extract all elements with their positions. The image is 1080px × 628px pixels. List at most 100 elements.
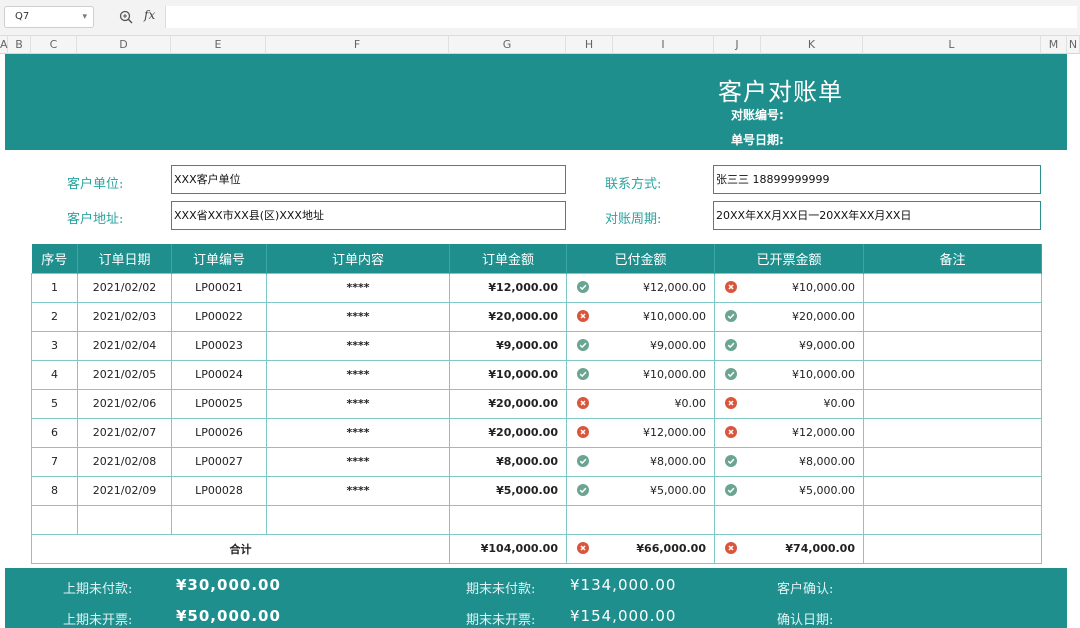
empty-cell[interactable] xyxy=(171,504,267,535)
empty-cell[interactable] xyxy=(266,504,450,535)
invoiced-amount-cell[interactable]: ¥8,000.00 xyxy=(714,446,864,477)
chevron-down-icon[interactable]: ▾ xyxy=(82,7,87,27)
order-date-cell[interactable]: 2021/02/02 xyxy=(77,272,172,303)
remarks-cell[interactable] xyxy=(863,359,1042,390)
order-date-cell[interactable]: 2021/02/05 xyxy=(77,359,172,390)
empty-cell[interactable] xyxy=(449,504,567,535)
column-header-n[interactable]: N xyxy=(1067,36,1080,54)
remarks-cell[interactable] xyxy=(863,475,1042,506)
paid-amount-cell[interactable]: ¥0.00 xyxy=(566,388,715,419)
paid-amount-cell[interactable]: ¥8,000.00 xyxy=(566,446,715,477)
order-date-cell[interactable]: 2021/02/07 xyxy=(77,417,172,448)
total-paid-cell[interactable]: ¥66,000.00 xyxy=(566,533,715,564)
column-header-g[interactable]: G xyxy=(449,36,566,54)
order-amount-cell[interactable]: ¥10,000.00 xyxy=(449,359,567,390)
order-content-cell[interactable]: **** xyxy=(266,417,450,448)
order-amount-cell[interactable]: ¥20,000.00 xyxy=(449,388,567,419)
order-content-cell[interactable]: **** xyxy=(266,475,450,506)
row-no-cell[interactable]: 4 xyxy=(31,359,78,390)
column-header-a[interactable]: A xyxy=(0,36,8,54)
remarks-cell[interactable] xyxy=(863,301,1042,332)
row-no-cell[interactable]: 2 xyxy=(31,301,78,332)
empty-cell[interactable] xyxy=(714,504,864,535)
invoiced-amount-cell[interactable]: ¥0.00 xyxy=(714,388,864,419)
customer-address-cell[interactable]: XXX省XX市XX县(区)XXX地址 xyxy=(171,201,566,230)
order-date-cell[interactable]: 2021/02/09 xyxy=(77,475,172,506)
total-amount-cell[interactable]: ¥104,000.00 xyxy=(449,533,567,564)
column-header-i[interactable]: I xyxy=(613,36,714,54)
column-header-f[interactable]: F xyxy=(266,36,449,54)
invoiced-amount-cell[interactable]: ¥5,000.00 xyxy=(714,475,864,506)
column-header-m[interactable]: M xyxy=(1041,36,1067,54)
paid-amount-cell[interactable]: ¥10,000.00 xyxy=(566,359,715,390)
name-box[interactable]: Q7 ▾ xyxy=(4,6,94,28)
order-content-cell[interactable]: **** xyxy=(266,330,450,361)
order-amount-cell[interactable]: ¥9,000.00 xyxy=(449,330,567,361)
order-content-cell[interactable]: **** xyxy=(266,446,450,477)
column-header-c[interactable]: C xyxy=(31,36,77,54)
invoiced-amount-cell[interactable]: ¥12,000.00 xyxy=(714,417,864,448)
order-amount-cell[interactable]: ¥5,000.00 xyxy=(449,475,567,506)
empty-cell[interactable] xyxy=(31,504,78,535)
order-amount-cell[interactable]: ¥8,000.00 xyxy=(449,446,567,477)
order-amount-cell[interactable]: ¥20,000.00 xyxy=(449,417,567,448)
zoom-icon[interactable] xyxy=(118,9,134,25)
total-invoiced-cell[interactable]: ¥74,000.00 xyxy=(714,533,864,564)
order-date-cell[interactable]: 2021/02/03 xyxy=(77,301,172,332)
total-label-cell[interactable]: 合计 xyxy=(31,533,450,564)
empty-cell[interactable] xyxy=(863,504,1042,535)
paid-amount-cell[interactable]: ¥12,000.00 xyxy=(566,417,715,448)
customer-unit-cell[interactable]: XXX客户单位 xyxy=(171,165,566,194)
column-header-d[interactable]: D xyxy=(77,36,171,54)
formula-input[interactable] xyxy=(165,6,1077,28)
order-content-cell[interactable]: **** xyxy=(266,301,450,332)
order-id-cell[interactable]: LP00027 xyxy=(171,446,267,477)
order-id-cell[interactable]: LP00022 xyxy=(171,301,267,332)
order-id-cell[interactable]: LP00021 xyxy=(171,272,267,303)
order-date-cell[interactable]: 2021/02/06 xyxy=(77,388,172,419)
paid-amount-cell[interactable]: ¥12,000.00 xyxy=(566,272,715,303)
column-header-j[interactable]: J xyxy=(714,36,761,54)
column-header-e[interactable]: E xyxy=(171,36,266,54)
remarks-cell[interactable] xyxy=(863,272,1042,303)
column-header-h[interactable]: H xyxy=(566,36,613,54)
remarks-cell[interactable] xyxy=(863,388,1042,419)
row-no-cell[interactable]: 6 xyxy=(31,417,78,448)
empty-cell[interactable] xyxy=(77,504,172,535)
order-date-cell[interactable]: 2021/02/08 xyxy=(77,446,172,477)
order-content-cell[interactable]: **** xyxy=(266,272,450,303)
empty-cell[interactable] xyxy=(566,504,715,535)
period-cell[interactable]: 20XX年XX月XX日一20XX年XX月XX日 xyxy=(713,201,1041,230)
order-date-cell[interactable]: 2021/02/04 xyxy=(77,330,172,361)
invoiced-amount-cell[interactable]: ¥9,000.00 xyxy=(714,330,864,361)
order-amount-cell[interactable]: ¥12,000.00 xyxy=(449,272,567,303)
invoiced-amount-cell[interactable]: ¥20,000.00 xyxy=(714,301,864,332)
row-no-cell[interactable]: 7 xyxy=(31,446,78,477)
column-header-b[interactable]: B xyxy=(8,36,31,54)
order-id-cell[interactable]: LP00024 xyxy=(171,359,267,390)
fx-icon[interactable]: fx xyxy=(144,8,155,22)
remarks-cell[interactable] xyxy=(863,417,1042,448)
row-no-cell[interactable]: 3 xyxy=(31,330,78,361)
row-no-cell[interactable]: 1 xyxy=(31,272,78,303)
total-remarks-cell[interactable] xyxy=(863,533,1042,564)
remarks-cell[interactable] xyxy=(863,446,1042,477)
paid-amount-cell[interactable]: ¥10,000.00 xyxy=(566,301,715,332)
invoiced-amount-cell[interactable]: ¥10,000.00 xyxy=(714,272,864,303)
row-no-cell[interactable]: 5 xyxy=(31,388,78,419)
order-id-cell[interactable]: LP00023 xyxy=(171,330,267,361)
column-header-l[interactable]: L xyxy=(863,36,1041,54)
remarks-cell[interactable] xyxy=(863,330,1042,361)
order-amount-cell[interactable]: ¥20,000.00 xyxy=(449,301,567,332)
contact-cell[interactable]: 张三三 18899999999 xyxy=(713,165,1041,194)
column-header-k[interactable]: K xyxy=(761,36,863,54)
paid-amount-cell[interactable]: ¥5,000.00 xyxy=(566,475,715,506)
order-id-cell[interactable]: LP00025 xyxy=(171,388,267,419)
order-content-cell[interactable]: **** xyxy=(266,359,450,390)
order-content-cell[interactable]: **** xyxy=(266,388,450,419)
invoiced-amount-cell[interactable]: ¥10,000.00 xyxy=(714,359,864,390)
row-no-cell[interactable]: 8 xyxy=(31,475,78,506)
order-id-cell[interactable]: LP00026 xyxy=(171,417,267,448)
order-id-cell[interactable]: LP00028 xyxy=(171,475,267,506)
paid-amount-cell[interactable]: ¥9,000.00 xyxy=(566,330,715,361)
